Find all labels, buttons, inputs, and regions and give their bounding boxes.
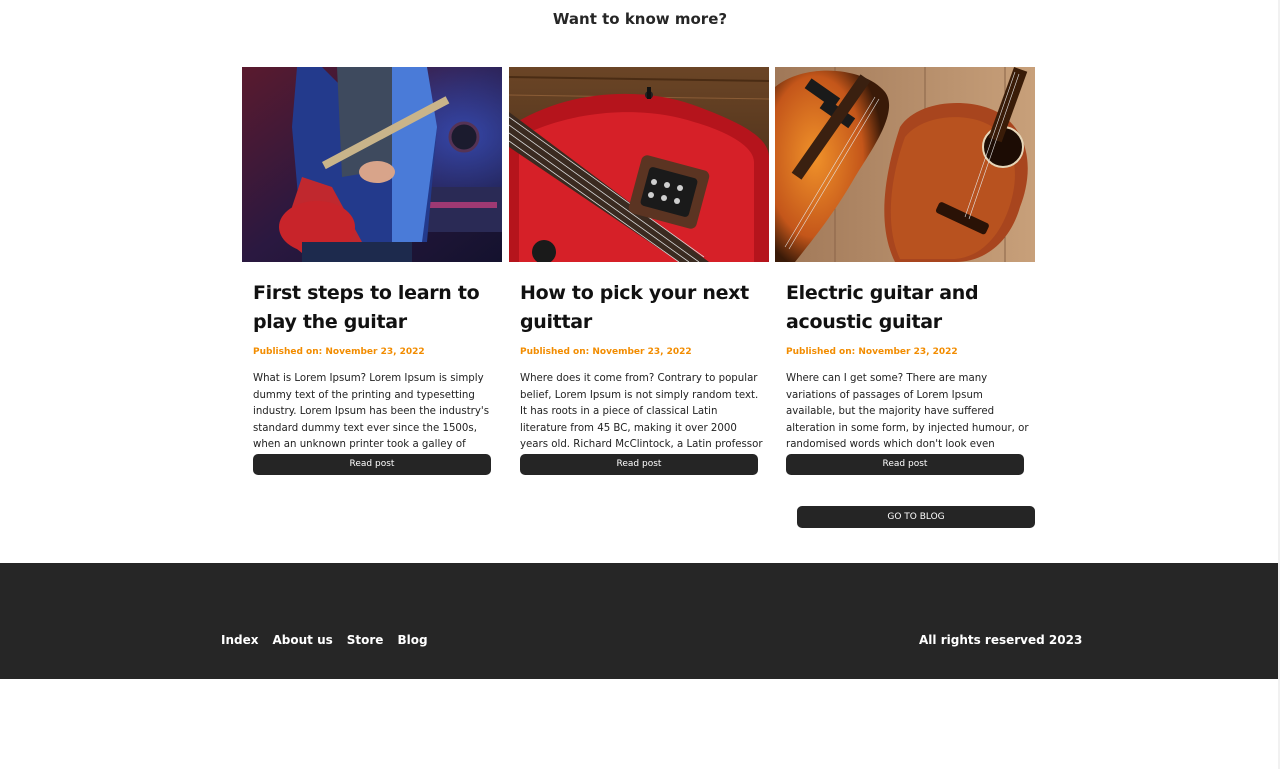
site-footer: Index About us Store Blog All rights res… [0, 563, 1278, 679]
read-post-button[interactable]: Read post [253, 454, 491, 475]
blog-card: First steps to learn to play the guitar … [242, 67, 502, 477]
post-excerpt: Where can I get some? There are many var… [786, 373, 1029, 451]
footer-link-about-us[interactable]: About us [272, 633, 332, 647]
post-image-red-guitar[interactable] [509, 67, 769, 262]
blog-card: How to pick your next guittar Published … [509, 67, 769, 477]
post-date: Published on: November 23, 2022 [253, 347, 425, 357]
footer-nav: Index About us Store Blog [221, 633, 428, 647]
post-date: Published on: November 23, 2022 [786, 347, 958, 357]
page: Want to know more? First steps to learn … [0, 0, 1280, 769]
post-excerpt: Where does it come from? Contrary to pop… [520, 373, 763, 451]
read-post-button[interactable]: Read post [786, 454, 1024, 475]
copyright-text: All rights reserved 2023 [919, 633, 1083, 647]
post-image-guitarist[interactable] [242, 67, 502, 262]
read-post-button[interactable]: Read post [520, 454, 758, 475]
post-title[interactable]: How to pick your next guittar [520, 279, 768, 337]
footer-link-blog[interactable]: Blog [397, 633, 427, 647]
footer-link-store[interactable]: Store [347, 633, 384, 647]
blog-cards: First steps to learn to play the guitar … [242, 67, 1036, 477]
section-title: Want to know more? [552, 10, 728, 28]
post-date: Published on: November 23, 2022 [520, 347, 692, 357]
go-to-blog-button[interactable]: GO TO BLOG [797, 506, 1035, 528]
post-title[interactable]: First steps to learn to play the guitar [253, 279, 501, 337]
post-title[interactable]: Electric guitar and acoustic guitar [786, 279, 1034, 337]
footer-link-index[interactable]: Index [221, 633, 258, 647]
post-image-two-guitars[interactable] [775, 67, 1035, 262]
blog-card: Electric guitar and acoustic guitar Publ… [775, 67, 1035, 477]
post-excerpt: What is Lorem Ipsum? Lorem Ipsum is simp… [253, 373, 490, 451]
